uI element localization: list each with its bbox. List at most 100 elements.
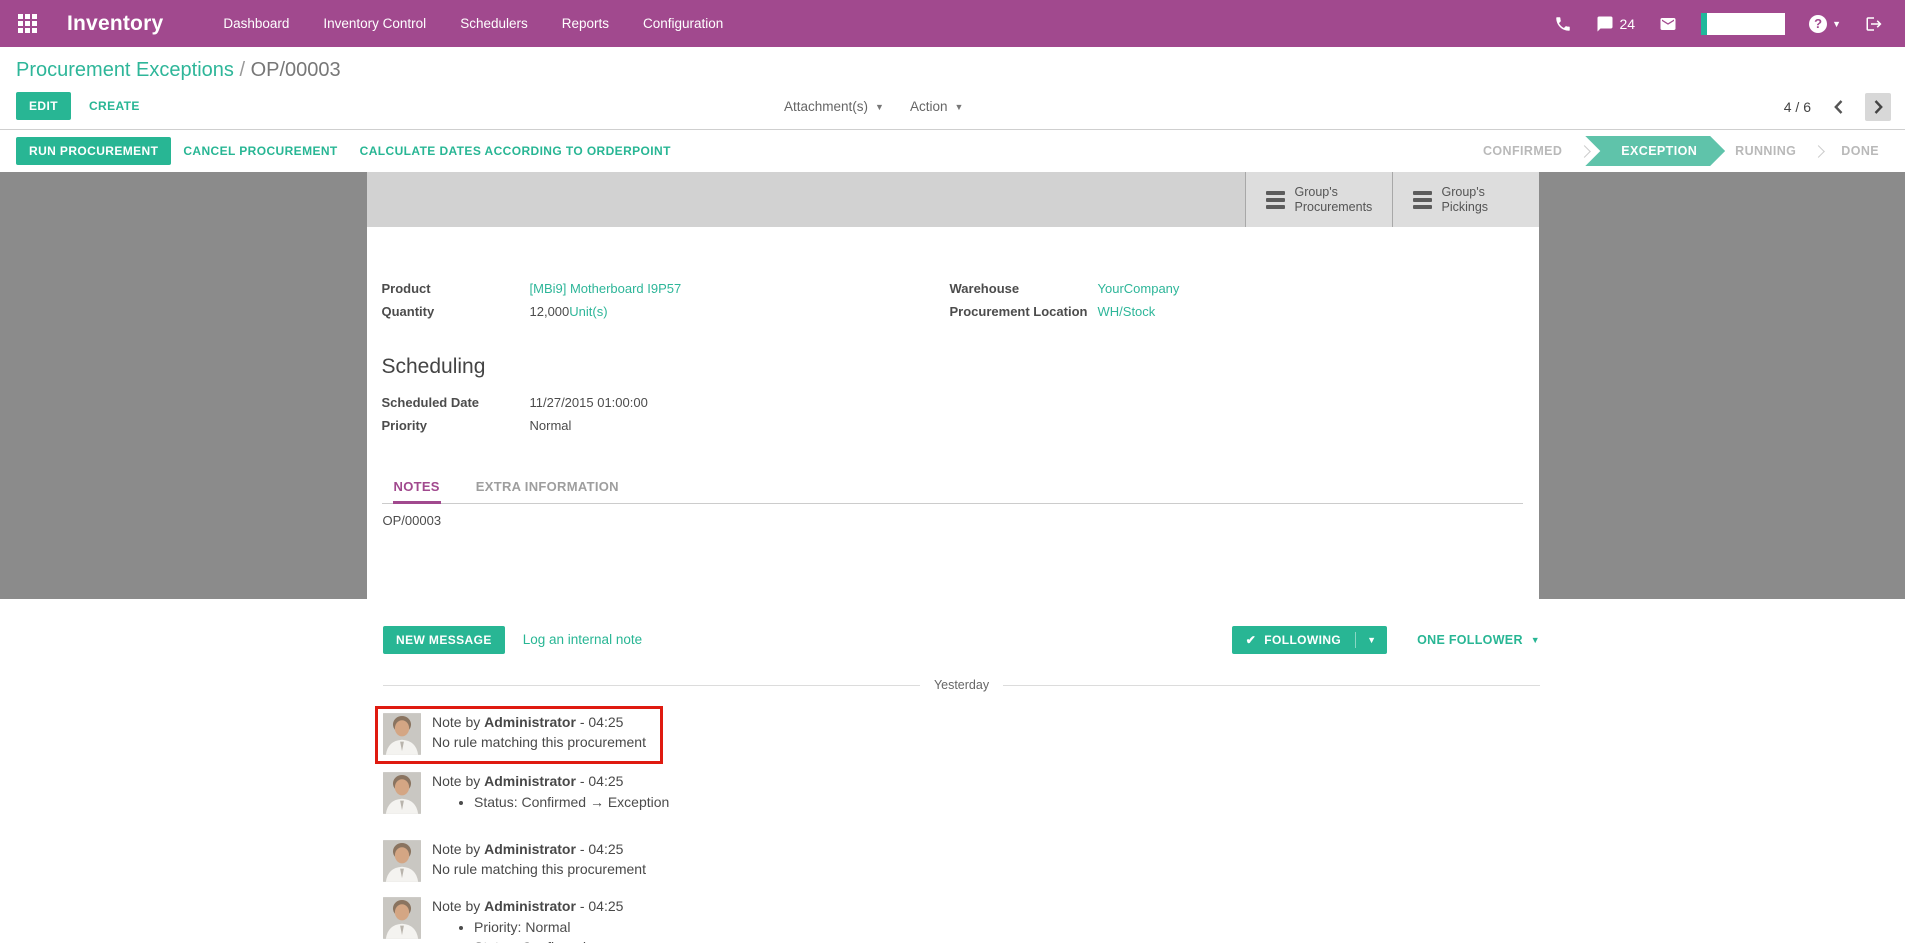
quantity-value: 12,000	[530, 300, 570, 323]
chevron-right-icon	[1578, 145, 1591, 158]
top-navbar: Inventory Dashboard Inventory Control Sc…	[0, 0, 1905, 47]
priority-value: Normal	[530, 414, 572, 437]
field-label: Warehouse	[950, 277, 1098, 300]
attachments-dropdown[interactable]: Attachment(s)▼	[784, 99, 884, 114]
pager-next-button[interactable]	[1865, 93, 1891, 121]
new-message-button[interactable]: NEW MESSAGE	[383, 626, 505, 654]
warehouse-link[interactable]: YourCompany	[1098, 277, 1180, 300]
statusbar: CONFIRMED EXCEPTION RUNNING DONE	[1467, 136, 1895, 166]
field-label: Procurement Location	[950, 300, 1098, 323]
message-header: Note by Administrator - 04:25	[432, 713, 646, 732]
field-scheduled-date: Scheduled Date 11/27/2015 01:00:00	[382, 391, 1523, 414]
chevron-down-icon: ▼	[954, 102, 963, 112]
tracking-item: Status: Confirmed	[474, 937, 710, 943]
list-icon	[1413, 191, 1432, 209]
field-label: Priority	[382, 414, 530, 437]
tracking-item: Status: Confirmed → Exception	[474, 792, 669, 812]
product-link[interactable]: [MBi9] Motherboard I9P57	[530, 277, 682, 300]
chevron-down-icon: ▼	[875, 102, 884, 112]
message-header: Note by Administrator - 04:25	[432, 840, 646, 859]
chevron-right-icon	[1874, 100, 1883, 114]
field-quantity: Quantity 12,000Unit(s)	[382, 300, 950, 323]
message-tracking-values: Status: Confirmed → Exception	[432, 792, 669, 812]
log-internal-note-button[interactable]: Log an internal note	[521, 625, 644, 654]
chevron-down-icon: ▼	[1832, 19, 1841, 29]
status-exception[interactable]: EXCEPTION	[1585, 136, 1725, 166]
chevron-right-icon	[1812, 145, 1825, 158]
pager-previous-button[interactable]	[1825, 93, 1851, 121]
avatar[interactable]	[383, 771, 421, 815]
help-menu[interactable]: ? ▼	[1809, 15, 1841, 33]
app-title: Inventory	[67, 12, 163, 36]
main-menu: Dashboard Inventory Control Schedulers R…	[223, 16, 723, 31]
avatar[interactable]	[383, 839, 421, 883]
status-running[interactable]: RUNNING	[1719, 136, 1812, 166]
action-dropdown[interactable]: Action▼	[910, 99, 963, 114]
messages-menu[interactable]: 24	[1596, 15, 1636, 33]
message-text: No rule matching this procurement	[432, 732, 646, 753]
date-separator: Yesterday	[383, 678, 1540, 692]
create-button[interactable]: CREATE	[87, 92, 142, 120]
chevron-down-icon[interactable]: ▼	[1355, 632, 1387, 648]
cancel-procurement-button[interactable]: CANCEL PROCUREMENT	[181, 137, 339, 165]
breadcrumb-separator: /	[234, 59, 251, 81]
menu-reports[interactable]: Reports	[562, 16, 609, 31]
menu-schedulers[interactable]: Schedulers	[460, 16, 528, 31]
message: Note by Administrator - 04:25 Priority: …	[383, 896, 1540, 943]
scheduling-section-title: Scheduling	[382, 355, 1523, 379]
check-icon: ✔	[1246, 633, 1256, 647]
form-background: Group'sProcurements Group'sPickings Prod…	[0, 172, 1905, 599]
status-confirmed[interactable]: CONFIRMED	[1467, 136, 1578, 166]
field-label: Product	[382, 277, 530, 300]
scheduled-date-value: 11/27/2015 01:00:00	[530, 391, 648, 414]
groups-procurements-button[interactable]: Group'sProcurements	[1245, 172, 1392, 227]
message-author[interactable]: Administrator	[484, 841, 576, 857]
message-header: Note by Administrator - 04:25	[432, 772, 669, 791]
control-panel: Procurement Exceptions / OP/00003 EDIT C…	[0, 47, 1905, 130]
calculate-dates-button[interactable]: CALCULATE DATES ACCORDING TO ORDERPOINT	[358, 137, 673, 165]
notebook-tabs: NOTES EXTRA INFORMATION	[382, 473, 1523, 504]
location-link[interactable]: WH/Stock	[1098, 300, 1156, 323]
phone-icon[interactable]	[1554, 15, 1572, 33]
status-done[interactable]: DONE	[1825, 136, 1895, 166]
edit-button[interactable]: EDIT	[16, 92, 71, 120]
field-procurement-location: Procurement Location WH/Stock	[950, 300, 1518, 323]
apps-grid-icon[interactable]	[18, 14, 37, 33]
following-button[interactable]: ✔FOLLOWING ▼	[1232, 626, 1387, 654]
message: Note by Administrator - 04:25 No rule ma…	[383, 839, 1540, 883]
message-count-badge: 24	[1620, 16, 1636, 32]
message: Note by Administrator - 04:25 Status: Co…	[383, 771, 1540, 815]
chat-bubble-icon	[1596, 15, 1614, 33]
chatter: NEW MESSAGE Log an internal note ✔FOLLOW…	[383, 599, 1540, 943]
followers-dropdown[interactable]: ONE FOLLOWER▼	[1417, 633, 1540, 647]
user-menu[interactable]	[1701, 13, 1785, 35]
pager-count: 4 / 6	[1784, 99, 1811, 115]
run-procurement-button[interactable]: RUN PROCUREMENT	[16, 137, 171, 165]
message-author[interactable]: Administrator	[484, 714, 576, 730]
sheet-header-band: Group'sProcurements Group'sPickings	[367, 172, 1539, 227]
message-author[interactable]: Administrator	[484, 898, 576, 914]
breadcrumb: Procurement Exceptions / OP/00003	[16, 59, 341, 82]
help-icon: ?	[1809, 15, 1827, 33]
logout-icon[interactable]	[1865, 15, 1883, 33]
message-author[interactable]: Administrator	[484, 773, 576, 789]
menu-inventory-control[interactable]: Inventory Control	[323, 16, 426, 31]
menu-dashboard[interactable]: Dashboard	[223, 16, 289, 31]
envelope-icon[interactable]	[1659, 15, 1677, 33]
menu-configuration[interactable]: Configuration	[643, 16, 723, 31]
breadcrumb-parent[interactable]: Procurement Exceptions	[16, 59, 234, 81]
message-text: No rule matching this procurement	[432, 859, 646, 880]
field-product: Product [MBi9] Motherboard I9P57	[382, 277, 950, 300]
avatar[interactable]	[383, 896, 421, 940]
tab-notes[interactable]: NOTES	[393, 473, 441, 504]
groups-pickings-button[interactable]: Group'sPickings	[1392, 172, 1539, 227]
breadcrumb-current: OP/00003	[251, 59, 341, 81]
tracking-item: Priority: Normal	[474, 917, 710, 937]
avatar[interactable]	[383, 712, 421, 756]
tab-extra-information[interactable]: EXTRA INFORMATION	[475, 473, 620, 504]
message-tracking-values: Priority: Normal Status: Confirmed Sched…	[432, 917, 710, 943]
form-statusbar-row: RUN PROCUREMENT CANCEL PROCUREMENT CALCU…	[0, 130, 1905, 172]
field-label: Scheduled Date	[382, 391, 530, 414]
field-label: Quantity	[382, 300, 530, 323]
unit-link[interactable]: Unit(s)	[569, 300, 607, 323]
